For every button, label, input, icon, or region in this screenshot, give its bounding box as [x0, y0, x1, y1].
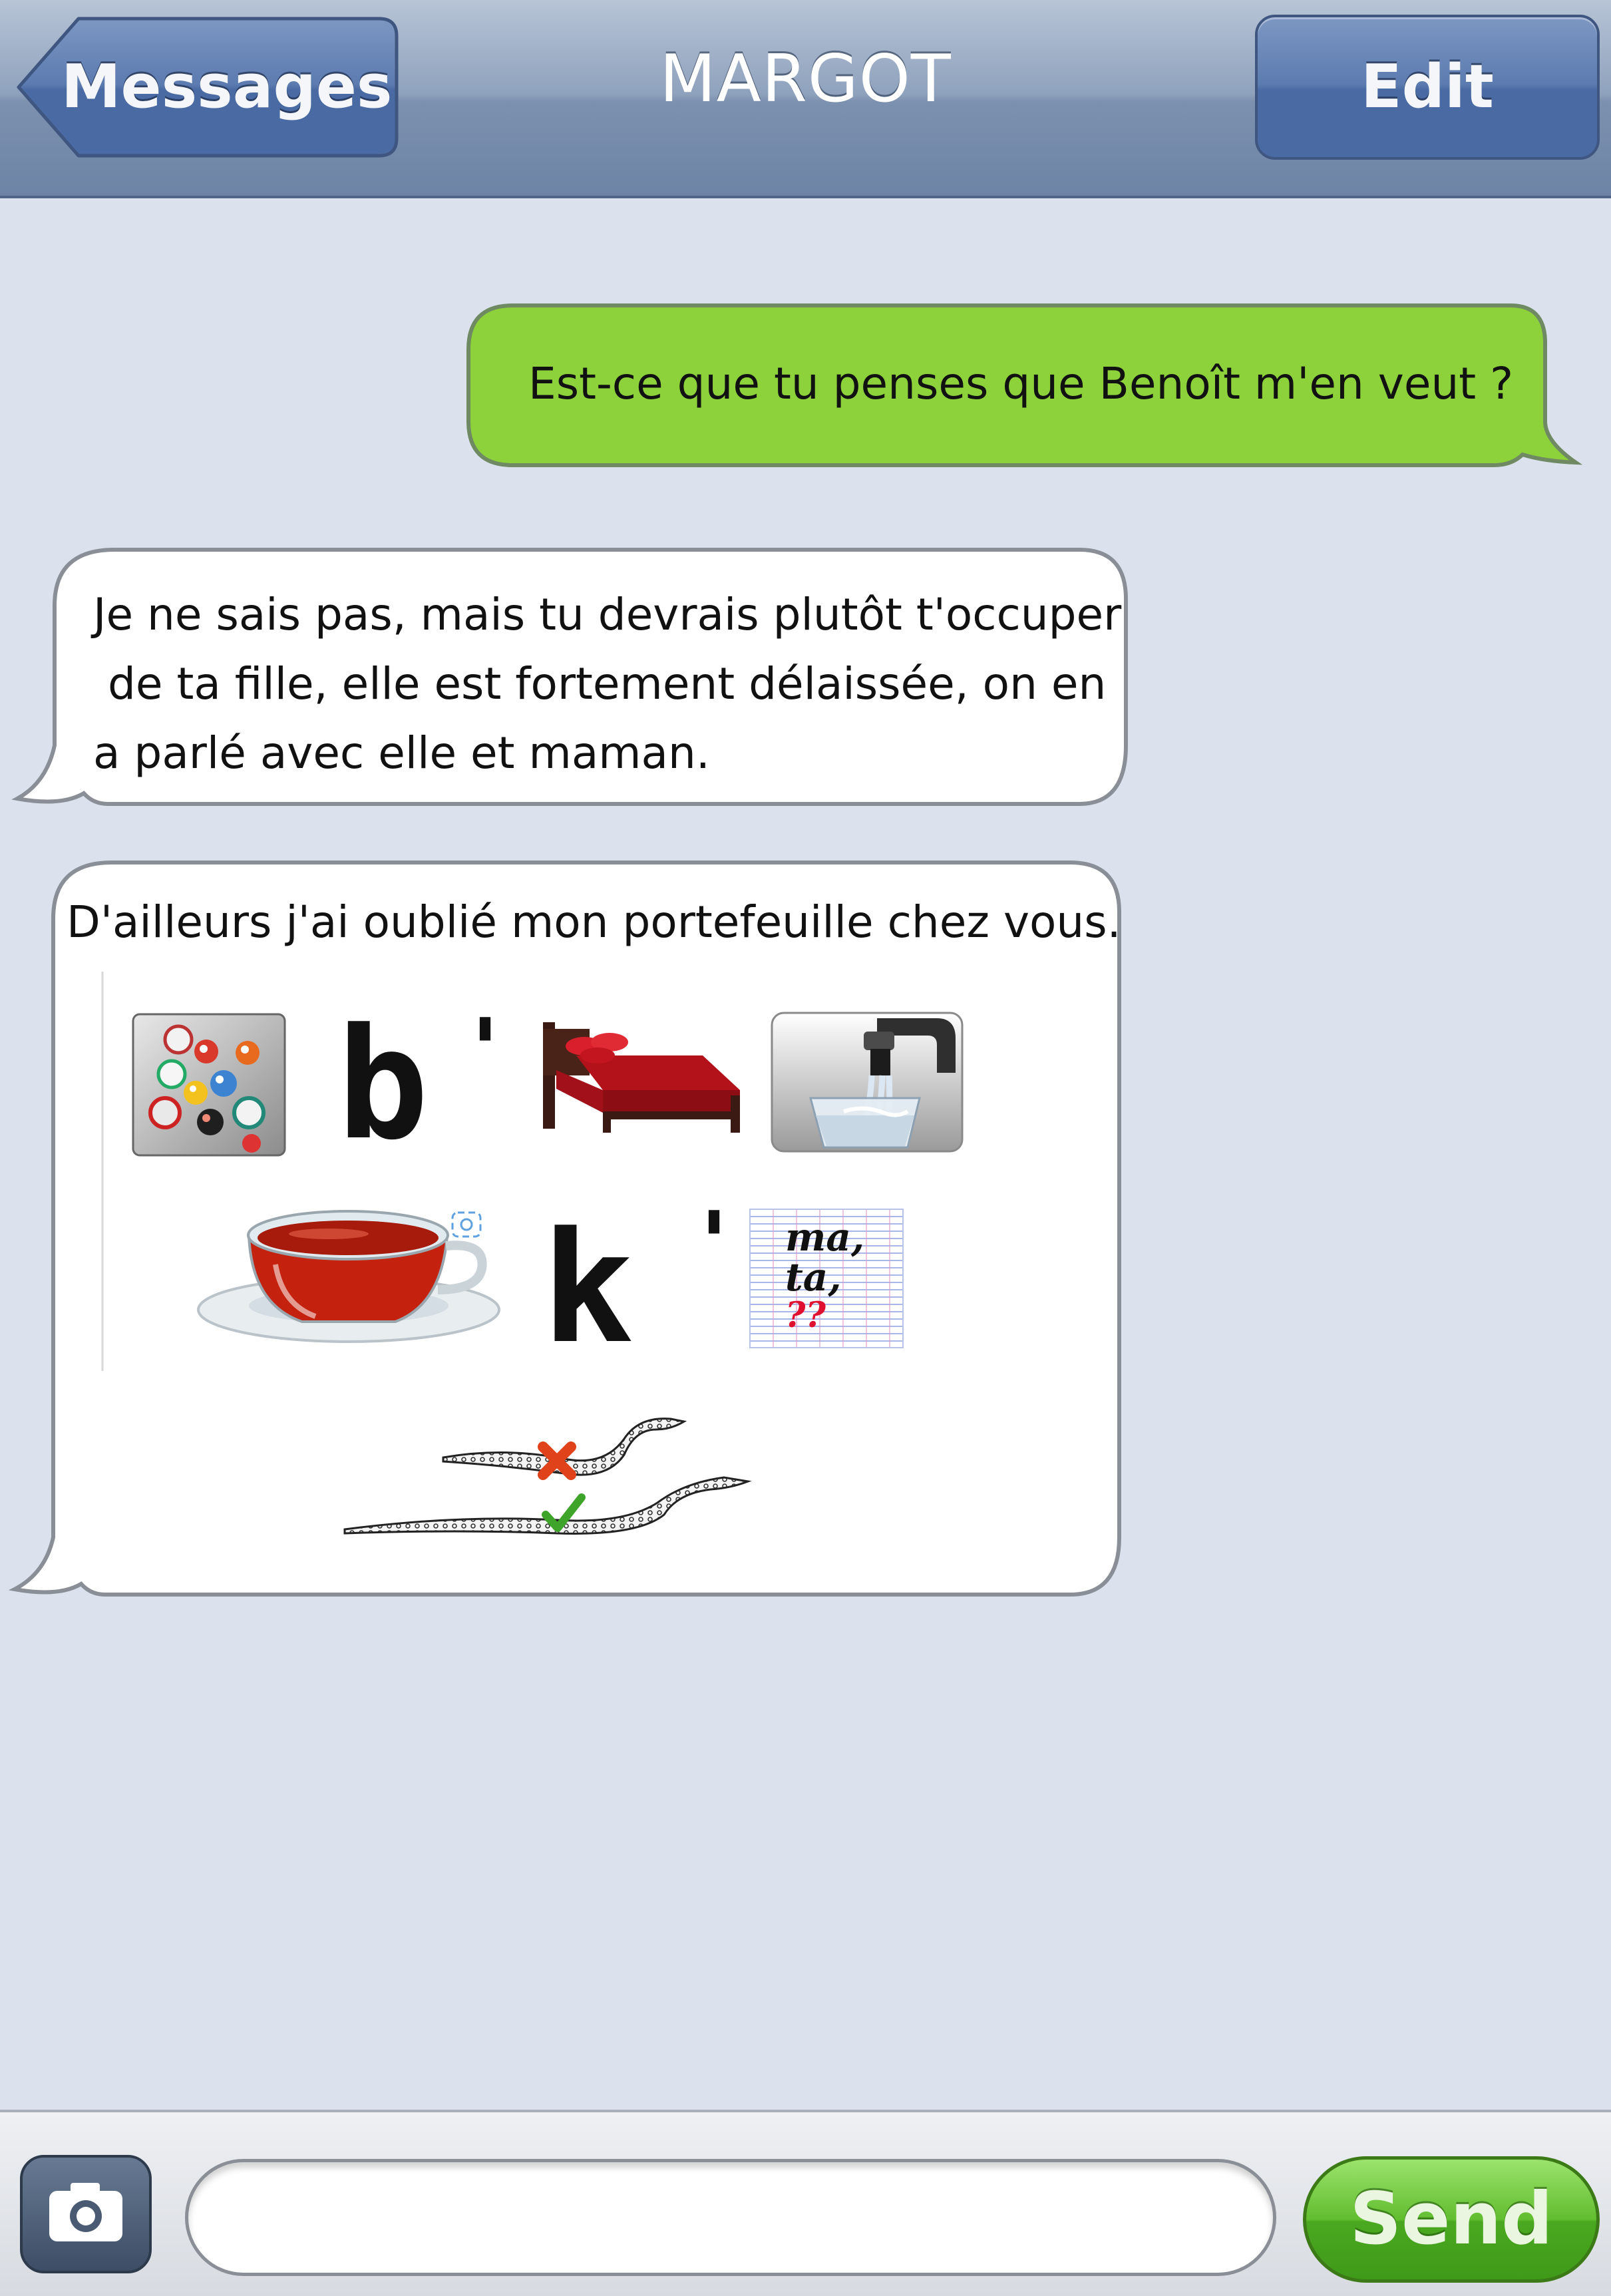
- sent-message-text: Est-ce que tu penses que Benoît m'en veu…: [528, 358, 1514, 409]
- snakes-image: [343, 1418, 752, 1535]
- send-button[interactable]: Send: [1303, 2156, 1600, 2283]
- notebook-line-3: ??: [785, 1295, 826, 1336]
- rebus-apostrophe-1: ': [459, 1000, 512, 1101]
- rebus-letter-k: k: [542, 1200, 634, 1378]
- received-message-line-2: de ta fille, elle est fortement délaissé…: [108, 658, 1107, 709]
- screenshot-icon: [451, 1211, 482, 1238]
- bed-image: [543, 1022, 740, 1133]
- rebus-letter-b: b: [337, 996, 429, 1174]
- notebook-image: ma, ta, ??: [749, 1209, 904, 1348]
- message-input[interactable]: [185, 2159, 1276, 2276]
- marbles-image: [132, 1013, 286, 1157]
- rebus-caption-text: D'ailleurs j'ai oublié mon portefeuille …: [67, 896, 1121, 948]
- nav-bar: Messages MARGOT Edit: [0, 0, 1611, 198]
- rebus-apostrophe-2: ': [688, 1193, 741, 1294]
- received-message-line-1: Je ne sais pas, mais tu devrais plutôt t…: [93, 589, 1122, 640]
- sent-message-bubble: Est-ce que tu penses que Benoît m'en veu…: [466, 303, 1584, 473]
- received-message-line-3: a parlé avec elle et maman.: [93, 727, 710, 779]
- composer-bar: Send: [0, 2110, 1611, 2296]
- notebook-line-2: ta,: [785, 1254, 842, 1300]
- water-glass-image: [771, 1012, 964, 1153]
- camera-icon: [49, 2183, 122, 2241]
- edit-button[interactable]: Edit: [1255, 15, 1600, 160]
- notebook-line-1: ma,: [785, 1215, 865, 1260]
- camera-button[interactable]: [20, 2155, 152, 2273]
- received-rebus-bubble: D'ailleurs j'ai oublié mon portefeuille …: [8, 859, 1130, 1604]
- received-message-bubble: Je ne sais pas, mais tu devrais plutôt t…: [11, 546, 1133, 812]
